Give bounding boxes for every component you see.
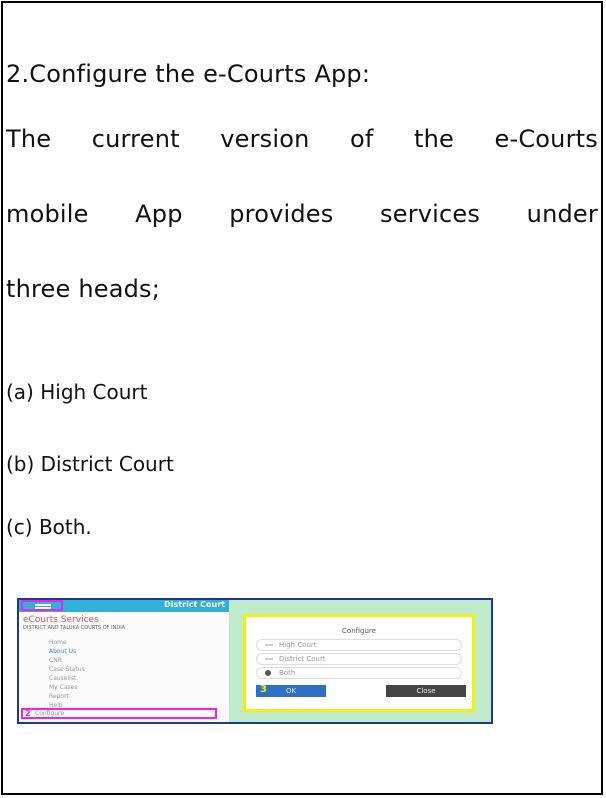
menu-item: CNR: [49, 657, 62, 664]
word: under: [526, 200, 598, 228]
radio-icon: [265, 658, 273, 660]
menu-item: Report: [49, 693, 69, 700]
close-button: Close: [386, 685, 466, 697]
paragraph-line-2: The current version of the e-Courts: [6, 125, 598, 153]
word: mobile: [6, 200, 89, 228]
drawer-menu: Home About Us CNR Case Status Causelist …: [49, 638, 85, 710]
nav-drawer: District Court eCourts Services DISTRICT…: [19, 600, 229, 722]
app-bar-title: District Court: [164, 600, 225, 609]
word: App: [135, 200, 183, 228]
option-district-court: District Court: [256, 653, 462, 665]
dialog-title: Configure: [342, 627, 376, 635]
radio-checked-icon: [265, 670, 271, 676]
brand-subtitle: DISTRICT AND TALUKA COURTS OF INDIA: [23, 625, 126, 631]
menu-item: Case Status: [49, 666, 85, 673]
paragraph-line-3: mobile App provides services under: [6, 200, 598, 228]
list-item-high-court: (a) High Court: [6, 380, 148, 404]
radio-icon: [265, 644, 273, 646]
word: services: [380, 200, 481, 228]
word: The: [6, 125, 52, 153]
list-item-district-court: (b) District Court: [6, 452, 174, 476]
menu-item-label: Configure: [35, 710, 65, 717]
configure-dialog: Configure High Court District Court Both…: [243, 614, 475, 712]
app-screenshot: District Court eCourts Services DISTRICT…: [17, 598, 493, 724]
word: the: [414, 125, 455, 153]
menu-item: My Cases: [49, 684, 78, 691]
brand-title: eCourts Services: [23, 615, 99, 625]
menu-item-configure: 2 Configure: [21, 708, 217, 719]
word: of: [350, 125, 374, 153]
option-label: Both: [279, 669, 296, 677]
ok-label: OK: [285, 687, 297, 695]
ok-button: 3 OK: [256, 684, 326, 697]
option-label: High Court: [279, 641, 317, 649]
option-high-court: High Court: [256, 639, 462, 651]
paragraph-line-4: three heads;: [6, 275, 161, 303]
heading: 2.Configure the e-Courts App:: [6, 60, 371, 88]
app-bar: District Court: [19, 600, 229, 612]
menu-item: Home: [49, 639, 67, 646]
word: current: [91, 125, 180, 153]
word: e-Courts: [494, 125, 598, 153]
menu-item: Causelist: [49, 675, 77, 682]
option-label: District Court: [279, 655, 326, 663]
step-marker: 2: [25, 709, 31, 718]
word: version: [220, 125, 310, 153]
menu-item: About Us: [49, 648, 77, 655]
word: provides: [229, 200, 334, 228]
step-marker: 3: [260, 684, 267, 695]
list-item-both: (c) Both.: [6, 515, 92, 539]
option-both: Both: [256, 667, 462, 679]
hamburger-menu-icon: [21, 600, 63, 611]
